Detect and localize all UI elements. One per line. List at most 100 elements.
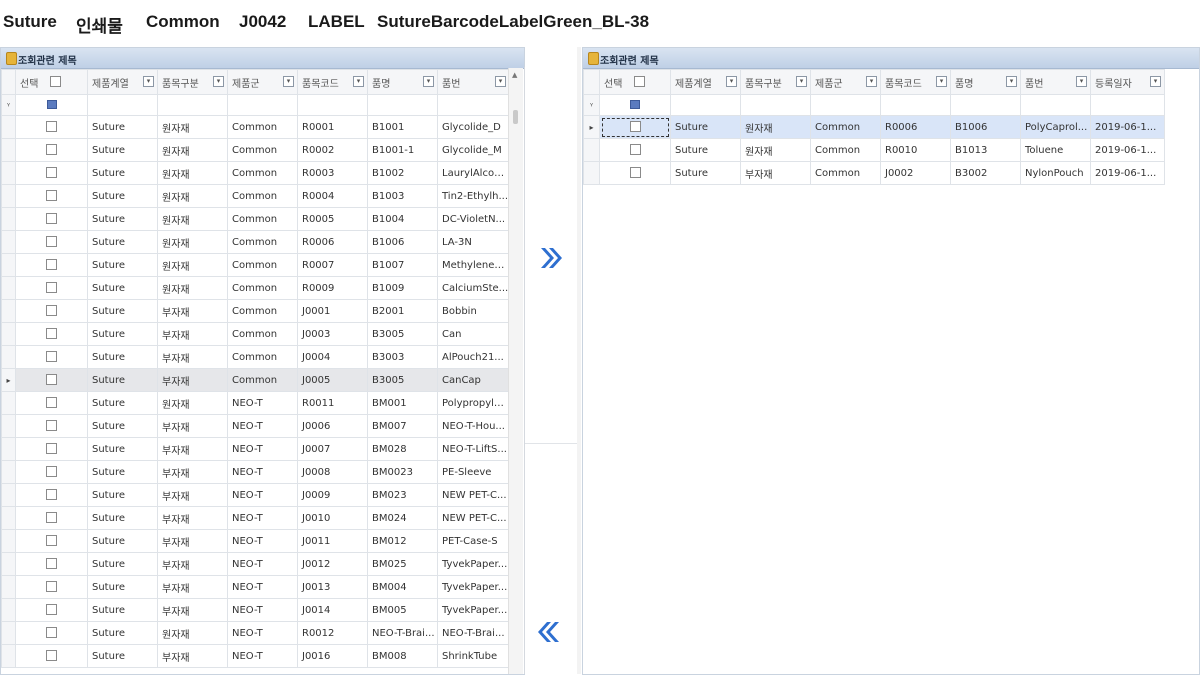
column-header-item-name[interactable]: 품명 ▾	[367, 69, 438, 95]
table-cell[interactable]: DC-VioletN...	[437, 207, 510, 231]
row-indicator[interactable]	[1, 138, 16, 162]
table-cell[interactable]: AlPouch21...	[437, 345, 510, 369]
table-cell[interactable]: Common	[810, 161, 881, 185]
table-cell[interactable]: Suture	[87, 621, 158, 645]
table-row[interactable]: Suture 부자재 NEO-T J0006 BM007 NEO-T-Hou...	[1, 414, 510, 438]
row-checkbox[interactable]	[629, 167, 641, 179]
row-checkbox[interactable]	[46, 420, 57, 432]
row-select-cell[interactable]	[15, 552, 88, 576]
column-header-item-type[interactable]: 품목구분 ▾	[157, 69, 228, 95]
table-cell[interactable]: NEO-T	[227, 391, 298, 415]
table-cell[interactable]: 원자재	[157, 115, 228, 139]
table-cell[interactable]: J0012	[297, 552, 368, 576]
row-indicator[interactable]	[1, 299, 16, 323]
table-cell[interactable]: Suture	[87, 598, 158, 622]
table-cell[interactable]: J0005	[297, 368, 368, 392]
column-header-product-line[interactable]: 제품계열 ▾	[670, 69, 741, 95]
table-cell[interactable]: Suture	[87, 437, 158, 461]
column-header-item-type[interactable]: 품목구분 ▾	[740, 69, 811, 95]
table-cell[interactable]: LaurylAlcohol	[437, 161, 510, 185]
table-cell[interactable]: 부자재	[157, 644, 228, 668]
column-header-item-code[interactable]: 품목코드 ▾	[880, 69, 951, 95]
scroll-thumb[interactable]	[513, 110, 518, 124]
table-cell[interactable]: Glycolide_M	[437, 138, 510, 162]
filter-icon[interactable]	[46, 100, 57, 109]
table-row[interactable]: Suture 부자재 NEO-T J0009 BM023 NEW PET-C...	[1, 483, 510, 507]
table-cell[interactable]: BM012	[367, 529, 438, 553]
scroll-up-arrow-icon[interactable]: ▲	[512, 71, 517, 79]
table-cell[interactable]: Suture	[87, 138, 158, 162]
table-cell[interactable]: J0003	[297, 322, 368, 346]
table-cell[interactable]: ShrinkTube	[437, 644, 510, 668]
row-select-cell[interactable]	[15, 345, 88, 369]
table-cell[interactable]: R0010	[880, 138, 951, 162]
filter-cell[interactable]	[670, 94, 741, 116]
row-select-cell[interactable]	[15, 483, 88, 507]
row-indicator[interactable]	[1, 184, 16, 208]
table-cell[interactable]: NEW PET-C...	[437, 483, 510, 507]
table-cell[interactable]: Common	[227, 184, 298, 208]
panel-splitter[interactable]	[577, 47, 581, 674]
row-checkbox[interactable]	[46, 604, 57, 616]
table-cell[interactable]: 2019-06-1...	[1090, 115, 1165, 139]
table-row[interactable]: Suture 부자재 NEO-T J0014 BM005 TyvekPaper...	[1, 598, 510, 622]
row-checkbox[interactable]	[46, 627, 57, 639]
filter-cell[interactable]	[810, 94, 881, 116]
table-cell[interactable]: BM007	[367, 414, 438, 438]
row-checkbox[interactable]	[629, 144, 641, 156]
table-cell[interactable]: Common	[810, 115, 881, 139]
table-cell[interactable]: B1003	[367, 184, 438, 208]
table-row[interactable]: Suture 부자재 NEO-T J0013 BM004 TyvekPaper...	[1, 575, 510, 599]
column-header-product-group[interactable]: 제품군 ▾	[810, 69, 881, 95]
table-cell[interactable]: R0006	[880, 115, 951, 139]
row-checkbox[interactable]	[629, 121, 641, 133]
table-cell[interactable]: Common	[227, 368, 298, 392]
table-row[interactable]: Suture 원자재 Common R0006 B1006 LA-3N	[1, 230, 510, 254]
table-cell[interactable]: PolyCaprol...	[1020, 115, 1091, 139]
row-checkbox[interactable]	[46, 351, 57, 363]
table-row[interactable]: Suture 부자재 Common J0001 B2001 Bobbin	[1, 299, 510, 323]
table-cell[interactable]: R0005	[297, 207, 368, 231]
row-select-cell[interactable]	[15, 184, 88, 208]
table-cell[interactable]: 부자재	[157, 322, 228, 346]
table-cell[interactable]: NEO-T-Brai...	[367, 621, 438, 645]
table-row[interactable]: Suture 원자재 NEO-T R0011 BM001 Polypropyle...	[1, 391, 510, 415]
table-cell[interactable]: 부자재	[157, 460, 228, 484]
row-select-cell[interactable]	[599, 138, 671, 162]
table-cell[interactable]: 2019-06-1...	[1090, 161, 1165, 185]
row-indicator[interactable]	[1, 276, 16, 300]
table-cell[interactable]: 부자재	[157, 529, 228, 553]
row-select-cell[interactable]	[599, 115, 671, 139]
table-cell[interactable]: 부자재	[157, 414, 228, 438]
filter-cell[interactable]	[437, 94, 510, 116]
filter-dropdown-icon[interactable]: ▾	[1150, 76, 1161, 87]
row-indicator[interactable]	[1, 460, 16, 484]
row-checkbox[interactable]	[46, 190, 57, 202]
table-cell[interactable]: Suture	[87, 575, 158, 599]
row-select-cell[interactable]	[15, 506, 88, 530]
row-indicator[interactable]	[1, 322, 16, 346]
filter-cell[interactable]	[297, 94, 368, 116]
table-cell[interactable]: J0010	[297, 506, 368, 530]
table-cell[interactable]: Common	[227, 345, 298, 369]
row-indicator[interactable]	[1, 414, 16, 438]
row-indicator[interactable]	[1, 483, 16, 507]
table-cell[interactable]: NEO-T-LiftS...	[437, 437, 510, 461]
table-cell[interactable]: Polypropyle...	[437, 391, 510, 415]
select-all-checkbox[interactable]	[634, 76, 645, 87]
row-checkbox[interactable]	[46, 374, 57, 386]
table-cell[interactable]: Suture	[87, 322, 158, 346]
table-cell[interactable]: Common	[227, 161, 298, 185]
table-cell[interactable]: 부자재	[157, 437, 228, 461]
table-cell[interactable]: 원자재	[740, 115, 811, 139]
table-cell[interactable]: Suture	[87, 253, 158, 277]
row-indicator[interactable]	[583, 161, 600, 185]
table-cell[interactable]: R0004	[297, 184, 368, 208]
row-select-cell[interactable]	[15, 299, 88, 323]
table-cell[interactable]: R0007	[297, 253, 368, 277]
row-indicator[interactable]	[1, 253, 16, 277]
table-cell[interactable]: TyvekPaper...	[437, 598, 510, 622]
table-cell[interactable]: 원자재	[157, 138, 228, 162]
table-cell[interactable]: J0006	[297, 414, 368, 438]
table-cell[interactable]: R0009	[297, 276, 368, 300]
